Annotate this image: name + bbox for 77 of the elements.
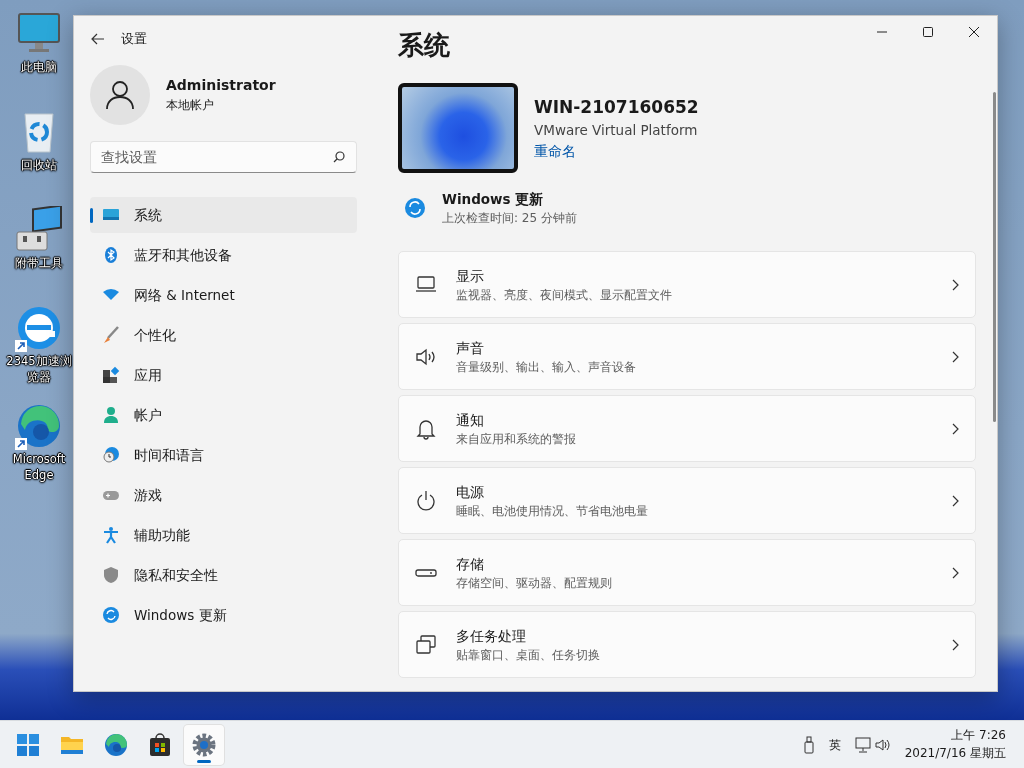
card-title: 存储 [456,554,485,574]
settings-card[interactable]: 声音 音量级别、输出、输入、声音设备 [398,323,976,391]
search-field[interactable]: 查找设置 [90,140,357,173]
gear-icon[interactable] [192,732,216,757]
chevron-right-icon [951,278,959,291]
card-title: 电源 [456,482,485,502]
card-description: 来自应用和系统的警报 [456,430,577,448]
power-icon [415,489,437,512]
sidebar-item[interactable]: 辅助功能 [90,516,357,553]
update-title[interactable]: Windows 更新 [442,189,577,210]
person-icon [105,79,135,110]
clock-globe-icon [102,445,120,464]
page-title: 系统 [398,29,450,62]
usb-drive-icon[interactable] [802,735,815,754]
bluetooth-icon [102,245,120,264]
chevron-right-icon [951,638,959,651]
selection-indicator [90,207,93,223]
wave-logo-icon[interactable] [15,402,63,450]
sidebar-item[interactable]: Windows 更新 [90,596,357,633]
card-title: 通知 [456,410,485,430]
rename-link[interactable]: 重命名 [534,142,576,159]
person-icon [102,405,120,424]
card-description: 音量级别、输出、输入、声音设备 [456,358,637,376]
device-name: WIN-2107160652 [534,95,699,119]
sidebar-item[interactable]: 隐私和安全性 [90,556,357,593]
account-name: Administrator [166,76,276,96]
chevron-right-icon [951,566,959,579]
speaker-icon[interactable] [874,736,891,753]
back-arrow-icon[interactable] [91,33,105,46]
active-app-indicator [197,759,211,763]
card-description: 贴靠窗口、桌面、任务切换 [456,646,601,664]
windows-logo-icon[interactable] [16,732,40,757]
card-description: 睡眠、电池使用情况、节省电池电量 [456,502,649,520]
windows-stack-icon [415,633,437,656]
shield-icon [102,565,120,584]
maximize-icon[interactable] [922,27,934,37]
sidebar-item[interactable]: 时间和语言 [90,436,357,473]
refresh-icon [102,605,120,624]
sidebar-item[interactable]: 蓝牙和其他设备 [90,236,357,273]
sidebar-item[interactable]: 游戏 [90,476,357,513]
settings-card[interactable]: 存储 存储空间、驱动器、配置规则 [398,539,976,607]
settings-card[interactable]: 通知 来自应用和系统的警报 [398,395,976,463]
card-title: 声音 [456,338,485,358]
wave-logo-icon[interactable] [104,732,128,757]
paintbrush-icon [102,325,120,344]
settings-card[interactable]: 显示 监视器、亮度、夜间模式、显示配置文件 [398,251,976,319]
network-monitor-icon[interactable] [854,736,871,753]
refresh-icon[interactable] [404,197,426,220]
chevron-right-icon [951,494,959,507]
bell-icon [415,417,437,440]
card-description: 监视器、亮度、夜间模式、显示配置文件 [456,286,673,304]
shopping-bag-icon[interactable] [148,732,172,757]
account-type: 本地帐户 [166,97,215,115]
accessibility-icon [102,525,120,544]
settings-card[interactable]: 电源 睡眠、电池使用情况、节省电池电量 [398,467,976,535]
card-title: 显示 [456,266,485,286]
sidebar-item[interactable]: 应用 [90,356,357,393]
clock-time[interactable]: 上午 7:26 [904,727,1006,745]
update-status: 上次检查时间: 25 分钟前 [442,210,577,228]
chevron-right-icon [951,422,959,435]
search-icon[interactable] [333,150,345,163]
sidebar-item[interactable]: 系统 [90,196,357,233]
close-icon[interactable] [968,27,980,37]
chevron-right-icon [951,350,959,363]
sidebar-item[interactable]: 个性化 [90,316,357,353]
card-title: 多任务处理 [456,626,527,646]
app-tiles-icon [102,365,120,384]
device-model: VMware Virtual Platform [534,121,699,141]
toolbox-icon[interactable] [15,206,63,254]
sidebar-item[interactable]: 网络 & Internet [90,276,357,313]
sidebar-item[interactable]: 帐户 [90,396,357,433]
scrollbar-thumb[interactable] [993,92,996,422]
input-method-indicator[interactable]: 英 [828,735,841,754]
clock-date[interactable]: 2021/7/16 星期五 [904,744,1006,762]
window-title: 设置 [121,30,147,48]
settings-card[interactable]: 多任务处理 贴靠窗口、桌面、任务切换 [398,611,976,679]
card-description: 存储空间、驱动器、配置规则 [456,574,613,592]
